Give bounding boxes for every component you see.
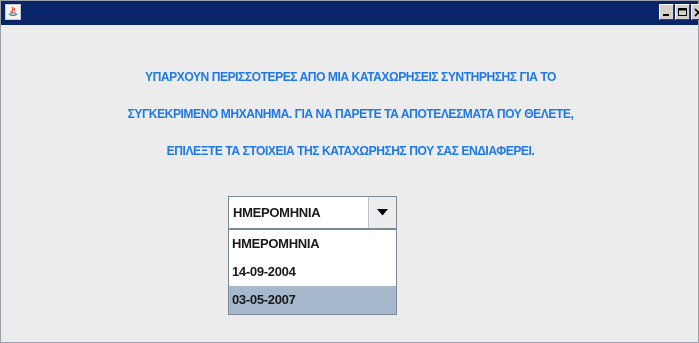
dropdown-option[interactable]: 14-09-2004 xyxy=(229,258,396,286)
message-line-1: ΥΠΑΡΧΟΥΝ ΠΕΡΙΣΣΟΤΕΡΕΣ ΑΠΟ ΜΙΑ ΚΑΤΑΧΩΡΗΣΕ… xyxy=(145,69,556,84)
maximize-button[interactable] xyxy=(675,4,690,20)
close-button[interactable] xyxy=(691,4,699,20)
chevron-down-icon xyxy=(377,209,388,216)
combobox-dropdown-list: ΗΜΕΡΟΜΗΝΙΑ 14-09-2004 03-05-2007 xyxy=(228,229,397,315)
minimize-icon xyxy=(663,14,669,16)
minimize-button[interactable] xyxy=(659,4,674,20)
combobox-selected-value: ΗΜΕΡΟΜΗΝΙΑ xyxy=(233,205,321,220)
title-bar[interactable] xyxy=(1,1,699,25)
maximize-icon xyxy=(678,8,687,16)
dialog-window: ΥΠΑΡΧΟΥΝ ΠΕΡΙΣΣΟΤΕΡΕΣ ΑΠΟ ΜΙΑ ΚΑΤΑΧΩΡΗΣΕ… xyxy=(0,0,699,343)
combobox-arrow-button[interactable] xyxy=(368,197,396,228)
dropdown-option[interactable]: ΗΜΕΡΟΜΗΝΙΑ xyxy=(229,230,396,258)
java-icon[interactable] xyxy=(5,4,21,20)
message-line-3: ΕΠΙΛΕΞΤΕ ΤΑ ΣΤΟΙΧΕΙΑ ΤΗΣ ΚΑΤΑΧΩΡΗΣΗΣ ΠΟΥ… xyxy=(166,143,535,158)
dropdown-option-highlighted[interactable]: 03-05-2007 xyxy=(229,286,396,314)
message-line-2: ΣΥΓΚΕΚΡΙΜΕΝΟ ΜΗΧΑΝΗΜΑ. ΓΙΑ ΝΑ ΠΑΡΕΤΕ ΤΑ … xyxy=(127,106,574,121)
date-combobox[interactable]: ΗΜΕΡΟΜΗΝΙΑ xyxy=(228,196,397,229)
close-icon xyxy=(694,8,699,17)
info-message: ΥΠΑΡΧΟΥΝ ΠΕΡΙΣΣΟΤΕΡΕΣ ΑΠΟ ΜΙΑ ΚΑΤΑΧΩΡΗΣΕ… xyxy=(25,64,675,175)
